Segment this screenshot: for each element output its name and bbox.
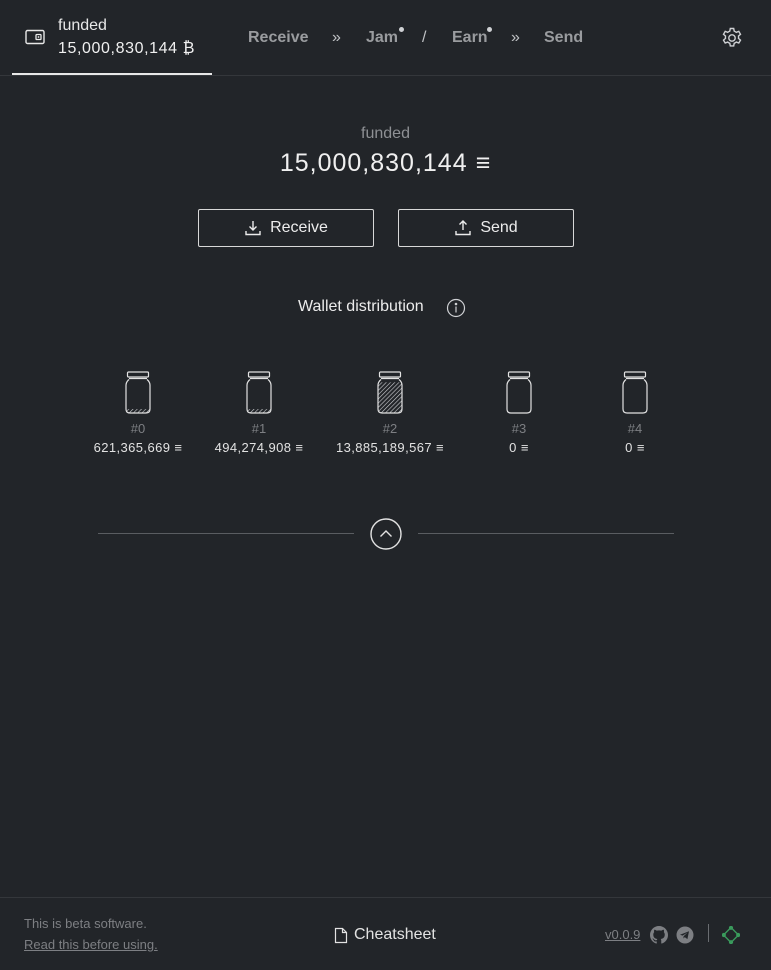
version-link[interactable]: v0.0.9: [605, 927, 640, 942]
jar-outline: [246, 379, 272, 414]
wallet-name: funded: [58, 17, 107, 34]
wallet-icon: [25, 29, 45, 45]
receive-button[interactable]: Receive: [198, 209, 374, 247]
wallet-balance: 15,000,830,144 ₿: [58, 40, 196, 57]
download-icon: [245, 221, 261, 236]
jar-icon: [506, 371, 532, 414]
jar-4[interactable]: #4 0 ≡: [570, 371, 700, 455]
nav-jam[interactable]: Jam: [366, 29, 398, 47]
jar-index: #0: [130, 421, 146, 436]
github-icon[interactable]: [650, 926, 668, 944]
jam-indicator-dot: [399, 27, 404, 32]
cheatsheet-link[interactable]: Cheatsheet: [334, 926, 436, 944]
gear-icon[interactable]: [720, 26, 744, 50]
nav-send[interactable]: Send: [544, 29, 583, 47]
jar-balance: 621,365,669 ≡: [93, 440, 183, 455]
jar-outline: [506, 379, 532, 414]
jar-index: #3: [511, 421, 527, 436]
navbar: funded 15,000,830,144 ₿ Receive » Jam / …: [0, 0, 771, 76]
jar-3[interactable]: #3 0 ≡: [454, 371, 584, 455]
wallet-tab[interactable]: funded 15,000,830,144 ₿: [12, 0, 212, 75]
divider-right: [418, 533, 674, 534]
telegram-icon[interactable]: [676, 926, 694, 944]
chevron-up-icon[interactable]: [370, 518, 402, 550]
wallet-distribution-title: Wallet distribution: [298, 298, 424, 315]
jar-1[interactable]: #1 494,274,908 ≡: [194, 371, 324, 455]
jar-index: #4: [627, 421, 643, 436]
jar-index: #2: [382, 421, 398, 436]
balance-unit: ≡: [475, 149, 492, 177]
divider-left: [98, 533, 354, 534]
upload-icon: [455, 220, 472, 236]
nav-separator: »: [332, 29, 341, 46]
balance-value: 15,000,830,144: [279, 149, 468, 177]
send-label: Send: [480, 219, 518, 236]
jar-0[interactable]: #0 621,365,669 ≡: [73, 371, 203, 455]
jar-balance: 494,274,908 ≡: [214, 440, 304, 455]
jar-index: #1: [251, 421, 267, 436]
footer-divider: [708, 924, 709, 942]
beta-notice: This is beta software.: [24, 916, 147, 931]
send-button[interactable]: Send: [398, 209, 574, 247]
nav-separator: /: [422, 29, 427, 46]
jar-balance: 13,885,189,567 ≡: [336, 440, 444, 455]
document-icon: [334, 927, 348, 943]
jar-2[interactable]: #2 13,885,189,567 ≡: [325, 371, 455, 455]
jar-icon: [622, 371, 648, 414]
network-status-icon[interactable]: [722, 926, 740, 944]
cheatsheet-label: Cheatsheet: [354, 926, 436, 943]
jar-outline: [622, 379, 648, 414]
nav-receive[interactable]: Receive: [248, 29, 309, 47]
info-icon[interactable]: [446, 298, 466, 318]
jar-balance: 0 ≡: [509, 440, 529, 455]
jar-icon: [125, 371, 151, 414]
jar-fill: [378, 382, 402, 413]
nav-separator: »: [511, 29, 520, 46]
nav-earn[interactable]: Earn: [452, 29, 488, 47]
jar-icon: [377, 371, 403, 414]
receive-label: Receive: [270, 219, 328, 236]
footer: This is beta software. Read this before …: [0, 897, 771, 970]
read-before-using-link[interactable]: Read this before using.: [24, 937, 158, 952]
current-wallet-name: funded: [361, 125, 410, 142]
jar-balance: 0 ≡: [625, 440, 645, 455]
earn-indicator-dot: [487, 27, 492, 32]
jar-icon: [246, 371, 272, 414]
jar-outline: [125, 379, 151, 414]
total-balance[interactable]: 15,000,830,144 ≡: [0, 149, 771, 178]
